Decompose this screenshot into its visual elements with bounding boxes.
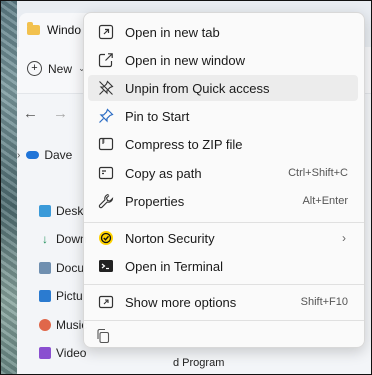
sidebar-item-label: Pictu bbox=[56, 289, 83, 303]
pictures-icon bbox=[39, 290, 51, 302]
download-icon: ↓ bbox=[42, 232, 48, 246]
menu-item-label: Unpin from Quick access bbox=[125, 80, 270, 96]
tab-title: Windo bbox=[47, 23, 82, 37]
videos-icon bbox=[39, 347, 51, 359]
menu-item-copy-as-path[interactable]: Copy as path Ctrl+Shift+C bbox=[88, 160, 358, 186]
sidebar-item-label: Dave bbox=[44, 148, 73, 162]
terminal-icon bbox=[97, 257, 115, 275]
menu-item-label: Open in new tab bbox=[125, 24, 220, 40]
menu-item-label: Open in new window bbox=[125, 52, 245, 68]
zip-icon bbox=[97, 135, 115, 153]
menu-separator bbox=[84, 320, 364, 321]
menu-item-compress-to-zip[interactable]: Compress to ZIP file bbox=[88, 131, 358, 157]
folder-icon bbox=[27, 22, 40, 35]
menu-item-label: Properties bbox=[125, 193, 185, 209]
back-arrow-icon[interactable]: ← bbox=[23, 105, 38, 122]
menu-item-properties[interactable]: Properties Alt+Enter bbox=[88, 188, 358, 214]
open-in-new-tab-icon bbox=[97, 23, 115, 41]
norton-icon bbox=[97, 229, 115, 247]
menu-item-label: Pin to Start bbox=[125, 108, 190, 124]
show-more-icon bbox=[97, 293, 115, 311]
menu-item-label: Open in Terminal bbox=[125, 258, 224, 274]
menu-item-norton-security[interactable]: Norton Security › bbox=[88, 225, 358, 251]
menu-item-label: Compress to ZIP file bbox=[125, 136, 243, 152]
plus-icon: + bbox=[27, 61, 42, 76]
open-in-new-window-icon bbox=[97, 51, 115, 69]
new-label: New bbox=[48, 61, 73, 76]
menu-separator bbox=[84, 222, 364, 223]
sidebar-item-label: Desk bbox=[56, 204, 84, 218]
menu-item-pin-to-start[interactable]: Pin to Start bbox=[88, 103, 358, 129]
copy-button[interactable] bbox=[88, 325, 116, 347]
screenshot-frame: Windo + New ⌄ ← → › Dave Desk ↓ Down Doc… bbox=[0, 0, 372, 375]
forward-arrow-icon[interactable]: → bbox=[53, 105, 68, 122]
menu-item-show-more-options[interactable]: Show more options Shift+F10 bbox=[88, 289, 358, 315]
chevron-right-icon: › bbox=[342, 231, 346, 245]
file-list-item-text: d Program bbox=[173, 357, 225, 369]
menu-item-label: Show more options bbox=[125, 294, 237, 310]
menu-separator bbox=[84, 284, 364, 285]
shortcut-text: Alt+Enter bbox=[302, 195, 348, 207]
menu-item-open-in-terminal[interactable]: Open in Terminal bbox=[88, 253, 358, 279]
desktop-icon bbox=[39, 205, 51, 217]
menu-item-label: Copy as path bbox=[125, 165, 202, 181]
menu-item-unpin-from-quick-access[interactable]: Unpin from Quick access bbox=[88, 75, 358, 101]
menu-item-open-in-new-tab[interactable]: Open in new tab bbox=[88, 19, 358, 45]
music-icon bbox=[39, 319, 51, 331]
shortcut-text: Shift+F10 bbox=[300, 296, 348, 308]
new-button[interactable]: + New ⌄ bbox=[27, 61, 86, 76]
sidebar-item-label: Video bbox=[56, 346, 87, 360]
copy-path-icon bbox=[97, 164, 115, 182]
pin-icon bbox=[97, 107, 115, 125]
copy-icon bbox=[94, 327, 112, 345]
unpin-icon bbox=[97, 79, 115, 97]
menu-item-open-in-new-window[interactable]: Open in new window bbox=[88, 47, 358, 73]
chevron-right-icon: › bbox=[17, 149, 21, 161]
wrench-icon bbox=[97, 192, 115, 210]
context-menu: Open in new tab Open in new window Unpin… bbox=[83, 12, 365, 348]
shortcut-text: Ctrl+Shift+C bbox=[288, 167, 348, 179]
sidebar-item-label: Docu bbox=[56, 261, 85, 275]
cloud-icon bbox=[26, 151, 40, 159]
desktop-wallpaper bbox=[1, 1, 17, 374]
document-icon bbox=[39, 262, 51, 274]
menu-item-label: Norton Security bbox=[125, 230, 215, 246]
